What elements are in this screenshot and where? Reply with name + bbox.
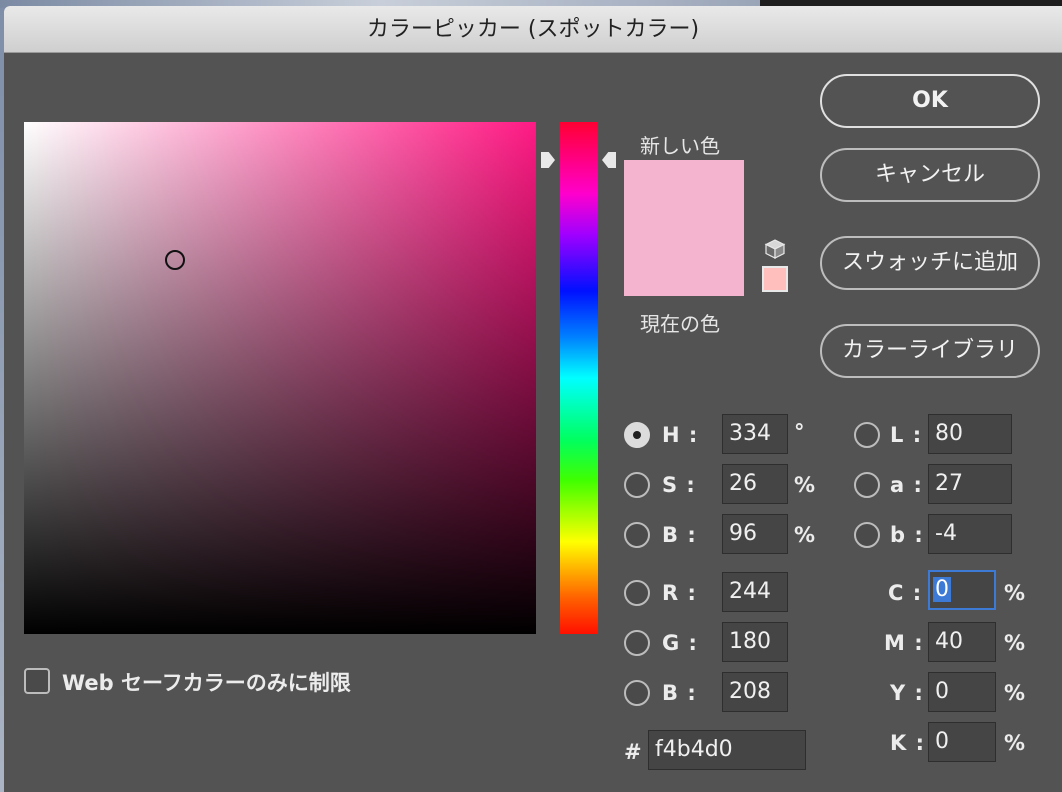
- g-label: G :: [662, 631, 698, 655]
- b-label: B :: [662, 523, 697, 547]
- current-color-label: 現在の色: [640, 312, 720, 336]
- gamut-warning-swatch[interactable]: [762, 266, 788, 292]
- hue-slider[interactable]: [560, 122, 598, 634]
- a-label: a :: [890, 473, 923, 497]
- dialog-title: カラーピッカー (スポットカラー): [4, 6, 1062, 53]
- add-to-swatches-button[interactable]: スウォッチに追加: [820, 236, 1040, 290]
- h-label: H :: [662, 423, 699, 447]
- y-label: Y :: [890, 681, 924, 705]
- hue-slider-right-arrow[interactable]: [602, 152, 616, 168]
- color-picker-dialog: カラーピッカー (スポットカラー) 新しい色 現在の色 OK キャンセル スウォ…: [4, 6, 1062, 792]
- web-safe-checkbox[interactable]: [24, 668, 50, 694]
- k-label: K :: [890, 731, 925, 755]
- l-label: L :: [890, 423, 923, 447]
- radio-lab-b[interactable]: [854, 522, 880, 548]
- radio-blue[interactable]: [624, 680, 650, 706]
- radio-g[interactable]: [624, 630, 650, 656]
- color-library-button[interactable]: カラーライブラリ: [820, 324, 1040, 378]
- c-unit: %: [1004, 581, 1026, 605]
- r-input[interactable]: 244: [722, 572, 788, 612]
- web-safe-label[interactable]: Web セーフカラーのみに制限: [62, 667, 351, 697]
- new-color-swatch: [624, 160, 744, 296]
- g-input[interactable]: 180: [722, 622, 788, 662]
- m-label: M :: [884, 631, 924, 655]
- c-input-selection: 0: [933, 577, 951, 602]
- lab-b-input[interactable]: -4: [928, 514, 1012, 554]
- blue-label: B :: [662, 681, 697, 705]
- y-unit: %: [1004, 681, 1026, 705]
- radio-a[interactable]: [854, 472, 880, 498]
- cube-icon[interactable]: [764, 238, 786, 260]
- b-input[interactable]: 96: [722, 514, 788, 554]
- a-input[interactable]: 27: [928, 464, 1012, 504]
- radio-s[interactable]: [624, 472, 650, 498]
- radio-h[interactable]: [624, 422, 650, 448]
- k-unit: %: [1004, 731, 1026, 755]
- radio-l[interactable]: [854, 422, 880, 448]
- s-input[interactable]: 26: [722, 464, 788, 504]
- c-label: C :: [888, 581, 923, 605]
- hex-label: #: [624, 740, 643, 764]
- hue-slider-left-arrow[interactable]: [541, 152, 555, 168]
- color-field[interactable]: [24, 122, 536, 634]
- h-input[interactable]: 334: [722, 414, 788, 454]
- ok-button[interactable]: OK: [820, 74, 1040, 128]
- k-input[interactable]: 0: [928, 722, 996, 762]
- m-unit: %: [1004, 631, 1026, 655]
- b-unit: %: [794, 523, 816, 547]
- c-input[interactable]: 0: [928, 570, 996, 610]
- lab-b-label: b :: [890, 523, 924, 547]
- m-input[interactable]: 40: [928, 622, 996, 662]
- cancel-button[interactable]: キャンセル: [820, 148, 1040, 202]
- new-color-label: 新しい色: [640, 134, 720, 158]
- l-input[interactable]: 80: [928, 414, 1012, 454]
- s-unit: %: [794, 473, 816, 497]
- s-label: S :: [662, 473, 696, 497]
- radio-b[interactable]: [624, 522, 650, 548]
- hex-input[interactable]: f4b4d0: [648, 730, 806, 770]
- blue-input[interactable]: 208: [722, 672, 788, 712]
- color-field-marker[interactable]: [165, 250, 185, 270]
- y-input[interactable]: 0: [928, 672, 996, 712]
- radio-r[interactable]: [624, 580, 650, 606]
- h-unit: °: [794, 420, 805, 444]
- r-label: R :: [662, 581, 697, 605]
